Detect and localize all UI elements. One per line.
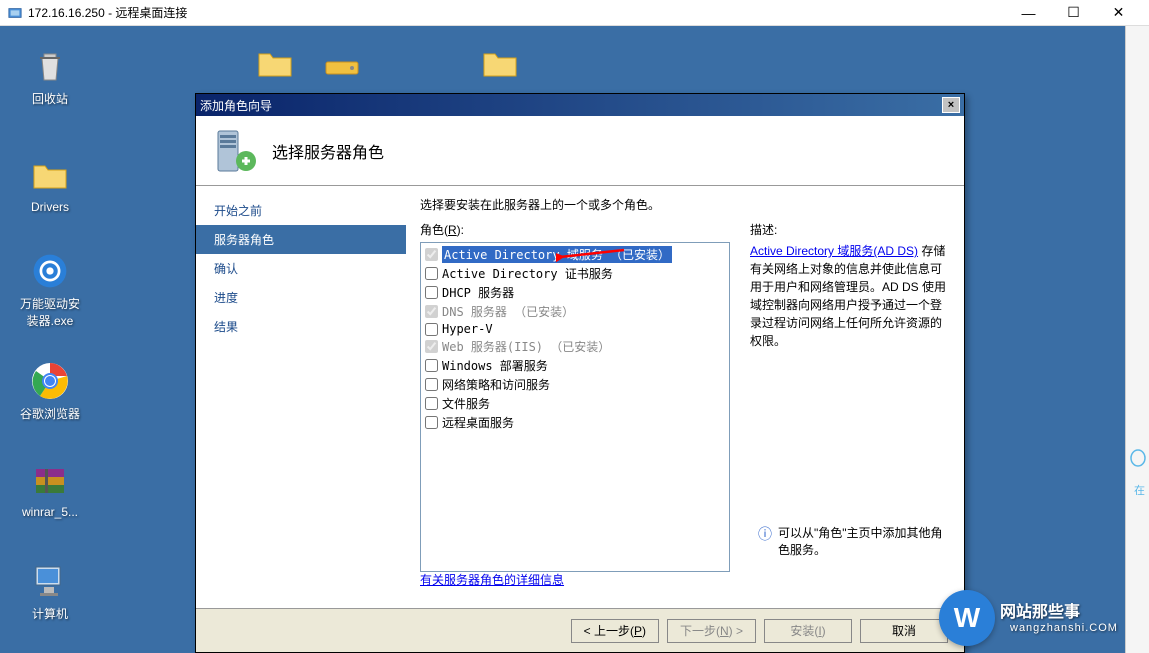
desktop-icon-recycle-bin[interactable]: 回收站: [15, 46, 85, 107]
svg-text:在: 在: [1134, 484, 1145, 496]
wizard-body: 开始之前 服务器角色 确认 进度 结果 选择要安装在此服务器上的一个或多个角色。…: [196, 186, 964, 608]
wizard-footer: < 上一步(P) 下一步(N) > 安装(I) 取消: [196, 608, 964, 652]
icon-label: 谷歌浏览器: [20, 405, 80, 422]
description-heading: 描述:: [750, 221, 950, 238]
more-info-link[interactable]: 有关服务器角色的详细信息: [420, 571, 564, 588]
info-text: 可以从"角色"主页中添加其他角色服务。: [778, 524, 948, 558]
watermark-badge: W: [939, 590, 995, 646]
gear-icon: [30, 251, 70, 291]
role-ad-cs[interactable]: Active Directory 证书服务: [423, 264, 727, 283]
role-iis: Web 服务器(IIS) （已安装）: [423, 337, 727, 356]
rdc-title: 172.16.16.250 - 远程桌面连接: [28, 4, 1006, 21]
description-link[interactable]: Active Directory 域服务(AD DS): [750, 244, 918, 258]
role-checkbox: [425, 340, 438, 353]
role-checkbox[interactable]: [425, 267, 438, 280]
wizard-nav: 开始之前 服务器角色 确认 进度 结果: [196, 186, 406, 608]
role-checkbox[interactable]: [425, 416, 438, 429]
wizard-close-button[interactable]: ×: [942, 97, 960, 113]
folder-icon: [30, 156, 70, 196]
wizard-header-title: 选择服务器角色: [272, 139, 384, 163]
folder-icon[interactable]: [480, 44, 520, 84]
sliver-chat-icon: 在: [1130, 446, 1146, 496]
role-checkbox: [425, 305, 438, 318]
role-wds[interactable]: Windows 部署服务: [423, 356, 727, 375]
icon-label: winrar_5...: [22, 505, 78, 519]
roles-listbox[interactable]: Active Directory 域服务 （已安装） Active Direct…: [420, 242, 730, 572]
icon-label: 万能驱动安装器.exe: [15, 295, 85, 329]
nav-item-before-begin[interactable]: 开始之前: [196, 196, 406, 225]
drive-icon[interactable]: [322, 44, 362, 84]
rdc-icon: [8, 6, 22, 20]
desktop-icon-winrar[interactable]: winrar_5...: [15, 461, 85, 519]
wizard-titlebar[interactable]: 添加角色向导 ×: [196, 94, 964, 116]
computer-icon: [30, 561, 70, 601]
recycle-bin-icon: [30, 46, 70, 86]
rdc-titlebar: 172.16.16.250 - 远程桌面连接 — ☐ ✕: [0, 0, 1149, 26]
add-roles-wizard-dialog: 添加角色向导 × 选择服务器角色 开始之前 服务器角色 确认 进度 结果 选择要…: [195, 93, 965, 653]
instruction-text: 选择要安装在此服务器上的一个或多个角色。: [420, 196, 950, 213]
role-dhcp[interactable]: DHCP 服务器: [423, 283, 727, 302]
icon-label: 回收站: [32, 90, 68, 107]
rdc-window-controls: — ☐ ✕: [1006, 0, 1141, 26]
nav-item-server-roles[interactable]: 服务器角色: [196, 225, 406, 254]
role-checkbox[interactable]: [425, 286, 438, 299]
role-checkbox[interactable]: [425, 323, 438, 336]
nav-item-progress[interactable]: 进度: [196, 283, 406, 312]
wizard-title-text: 添加角色向导: [200, 97, 942, 114]
role-hyperv[interactable]: Hyper-V: [423, 321, 727, 337]
nav-item-confirm[interactable]: 确认: [196, 254, 406, 283]
right-sidebar-sliver: 在: [1125, 26, 1149, 653]
description-panel: 描述: Active Directory 域服务(AD DS) 存储有关网络上对…: [750, 221, 950, 572]
icon-label: 计算机: [32, 605, 68, 622]
role-checkbox[interactable]: [425, 397, 438, 410]
archive-icon: [30, 461, 70, 501]
cancel-button[interactable]: 取消: [860, 619, 948, 643]
desktop-icon-chrome[interactable]: 谷歌浏览器: [15, 361, 85, 422]
role-ad-ds: Active Directory 域服务 （已安装）: [423, 245, 727, 264]
description-text: 存储有关网络上对象的信息并使此信息可用于用户和网络管理员。AD DS 使用域控制…: [750, 244, 946, 348]
desktop-icon-computer[interactable]: 计算机: [15, 561, 85, 622]
role-dns: DNS 服务器 （已安装）: [423, 302, 727, 321]
watermark-subtext: wangzhanshi.COM: [1010, 622, 1118, 634]
role-checkbox: [425, 248, 438, 261]
server-role-icon: [212, 127, 260, 175]
install-button: 安装(I): [764, 619, 852, 643]
remote-desktop-area: 回收站 Drivers 万能驱动安装器.exe 谷歌浏览器 winrar_5..…: [0, 26, 1125, 653]
nav-item-results[interactable]: 结果: [196, 312, 406, 341]
info-tip: ⓘ 可以从"角色"主页中添加其他角色服务。: [758, 524, 948, 558]
wizard-header: 选择服务器角色: [196, 116, 964, 186]
role-file[interactable]: 文件服务: [423, 394, 727, 413]
folder-icon[interactable]: [255, 44, 295, 84]
next-button: 下一步(N) >: [667, 619, 756, 643]
desktop-icon-driver-app[interactable]: 万能驱动安装器.exe: [15, 251, 85, 329]
roles-label: 角色(R):: [420, 221, 730, 238]
desktop-icon-drivers[interactable]: Drivers: [15, 156, 85, 214]
role-rds[interactable]: 远程桌面服务: [423, 413, 727, 432]
info-icon: ⓘ: [758, 524, 772, 558]
role-checkbox[interactable]: [425, 378, 438, 391]
prev-button[interactable]: < 上一步(P): [571, 619, 659, 643]
icon-label: Drivers: [31, 200, 69, 214]
role-checkbox[interactable]: [425, 359, 438, 372]
wizard-content: 选择要安装在此服务器上的一个或多个角色。 角色(R): Active Direc…: [406, 186, 964, 608]
close-button[interactable]: ✕: [1096, 0, 1141, 26]
watermark-text: 网站那些事: [1000, 598, 1080, 622]
maximize-button[interactable]: ☐: [1051, 0, 1096, 26]
chrome-icon: [30, 361, 70, 401]
role-nap[interactable]: 网络策略和访问服务: [423, 375, 727, 394]
minimize-button[interactable]: —: [1006, 0, 1051, 26]
